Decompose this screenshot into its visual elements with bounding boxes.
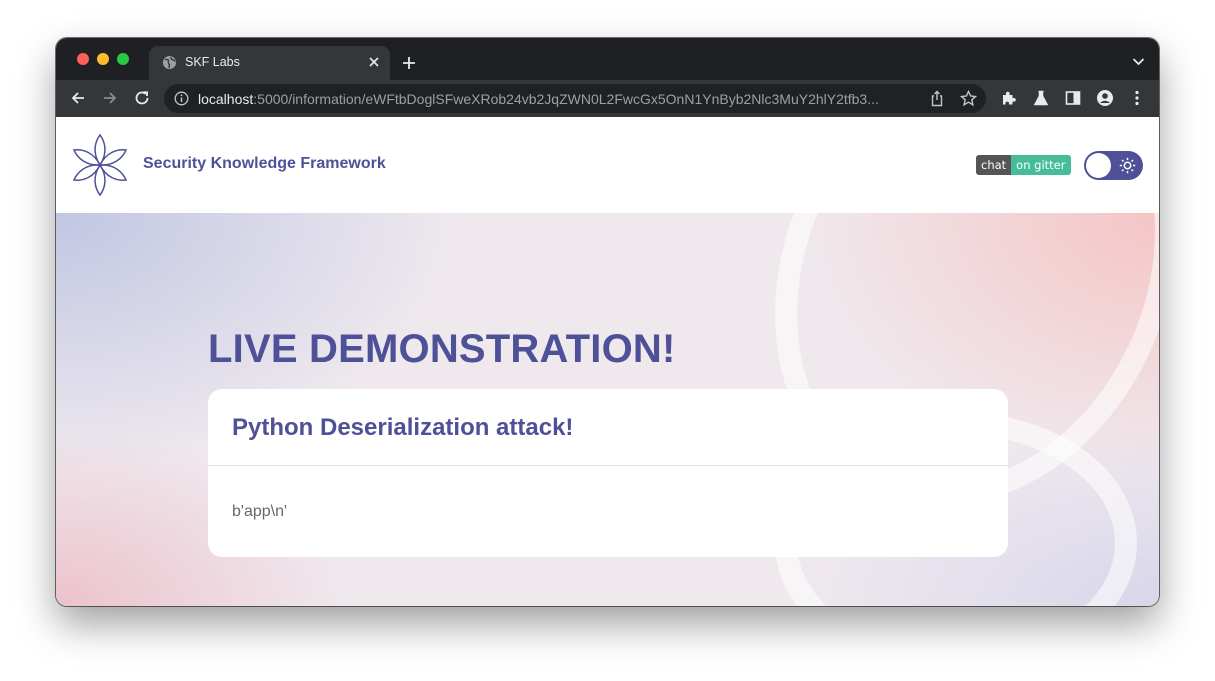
bookmark-star-icon[interactable] (960, 90, 977, 107)
address-bar[interactable]: localhost:5000/information/eWFtbDoglSFwe… (164, 84, 986, 113)
close-window-button[interactable] (77, 53, 89, 65)
globe-icon (162, 55, 177, 70)
browser-tab[interactable]: SKF Labs (149, 46, 390, 80)
url-path: :5000/information/eWFtbDoglSFweXRob24vb2… (253, 91, 879, 107)
gitter-chat-badge[interactable]: chat on gitter (976, 155, 1072, 175)
hero-section: LIVE DEMONSTRATION! Python Deserializati… (56, 213, 1159, 606)
more-menu-icon[interactable] (1128, 89, 1146, 107)
reload-icon[interactable] (133, 89, 151, 107)
chevron-down-icon[interactable] (1132, 57, 1145, 66)
result-card: Python Deserialization attack! b'app\n' (208, 389, 1008, 557)
tab-strip: SKF Labs (56, 38, 1159, 80)
site-navbar: Security Knowledge Framework chat on git… (56, 117, 1159, 213)
profile-avatar-icon[interactable] (1096, 89, 1114, 107)
labs-flask-icon[interactable] (1032, 89, 1050, 107)
theme-toggle[interactable] (1084, 151, 1143, 180)
url-text: localhost:5000/information/eWFtbDoglSFwe… (198, 91, 923, 107)
gitter-badge-right: on gitter (1011, 155, 1072, 175)
side-panel-icon[interactable] (1064, 89, 1082, 107)
web-page: Security Knowledge Framework chat on git… (56, 117, 1159, 606)
toggle-knob (1086, 153, 1111, 178)
close-tab-icon[interactable] (368, 56, 380, 68)
maximize-window-button[interactable] (117, 53, 129, 65)
card-title: Python Deserialization attack! (232, 414, 574, 441)
tab-title: SKF Labs (185, 55, 240, 69)
card-output: b'app\n' (232, 503, 288, 520)
gitter-badge-left: chat (976, 155, 1012, 175)
site-info-icon[interactable] (174, 91, 189, 106)
back-arrow-icon[interactable] (69, 89, 87, 107)
sun-icon (1119, 157, 1136, 174)
card-divider (208, 465, 1008, 466)
share-icon[interactable] (929, 90, 945, 107)
brand-name[interactable]: Security Knowledge Framework (143, 155, 386, 173)
forward-arrow-icon[interactable] (101, 89, 119, 107)
new-tab-icon[interactable] (401, 55, 417, 71)
url-host: localhost (198, 91, 254, 107)
flower-logo-icon[interactable] (69, 132, 131, 198)
browser-window: SKF Labs localhost:5000/information/eWFt… (56, 38, 1159, 606)
hero-heading: LIVE DEMONSTRATION! (208, 327, 676, 371)
minimize-window-button[interactable] (97, 53, 109, 65)
browser-toolbar: localhost:5000/information/eWFtbDoglSFwe… (56, 80, 1159, 117)
extensions-puzzle-icon[interactable] (1000, 89, 1018, 107)
